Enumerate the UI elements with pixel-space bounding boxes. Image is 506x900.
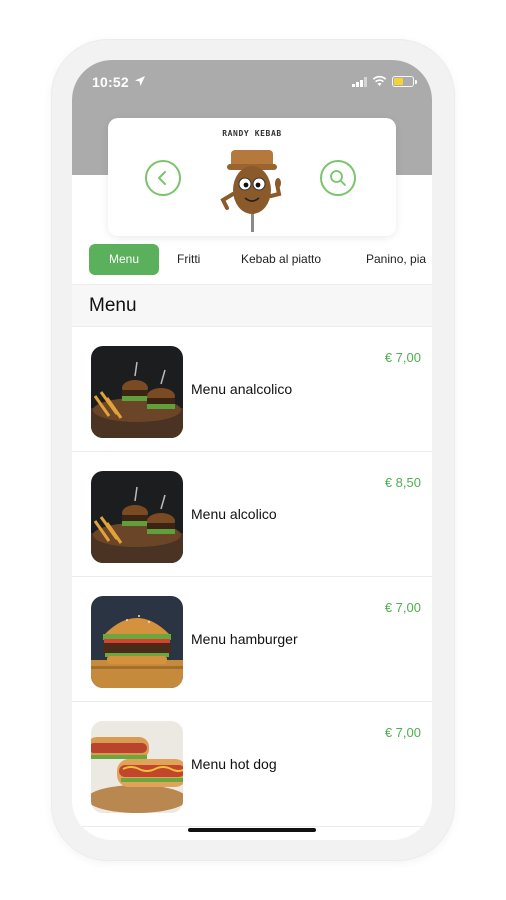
brand-name: RANDY KEBAB [222, 129, 282, 138]
home-indicator[interactable] [188, 828, 316, 832]
menu-item[interactable]: Menu hamburger € 7,00 [72, 577, 432, 702]
item-price: € 7,00 [384, 725, 421, 740]
hamburger-image [91, 596, 183, 688]
item-name: Menu analcolico [191, 381, 293, 397]
battery-icon [392, 76, 417, 87]
category-tabs: Menu Fritti Kebab al piatto Panino, pia [72, 244, 432, 276]
tab-panino[interactable]: Panino, pia [366, 244, 426, 275]
hot-dog-image [91, 721, 183, 813]
location-arrow-icon [135, 76, 145, 86]
status-bar: 10:52 [72, 60, 432, 104]
item-name: Menu alcolico [191, 506, 277, 522]
kebab-mascot-logo [220, 150, 282, 232]
item-price: € 7,00 [384, 350, 421, 365]
section-header: Menu [72, 284, 432, 327]
kebab-platter-image [91, 346, 183, 438]
item-price: € 8,50 [384, 475, 421, 490]
chevron-left-icon [158, 171, 166, 185]
tab-fritti[interactable]: Fritti [177, 244, 200, 275]
menu-item[interactable]: Menu analcolico € 7,00 [72, 327, 432, 452]
item-name: Menu hamburger [191, 631, 298, 647]
cellular-signal-icon [352, 77, 367, 87]
back-button[interactable] [145, 160, 181, 196]
logo-card: RANDY KEBAB [108, 118, 396, 236]
menu-item[interactable]: Menu hot dog € 7,00 [72, 702, 432, 827]
app-screen: 10:52 RANDY KEBAB Menu Fritti Kebab al p… [72, 60, 432, 840]
tab-kebab-al-piatto[interactable]: Kebab al piatto [241, 244, 321, 275]
item-price: € 7,00 [384, 600, 421, 615]
menu-item[interactable]: Menu alcolico € 8,50 [72, 452, 432, 577]
status-time: 10:52 [92, 74, 129, 90]
search-icon [330, 170, 346, 186]
item-name: Menu hot dog [191, 756, 277, 772]
tab-menu[interactable]: Menu [89, 244, 159, 275]
search-button[interactable] [320, 160, 356, 196]
kebab-platter-image [91, 471, 183, 563]
section-title: Menu [89, 295, 137, 316]
wifi-icon [372, 75, 387, 86]
